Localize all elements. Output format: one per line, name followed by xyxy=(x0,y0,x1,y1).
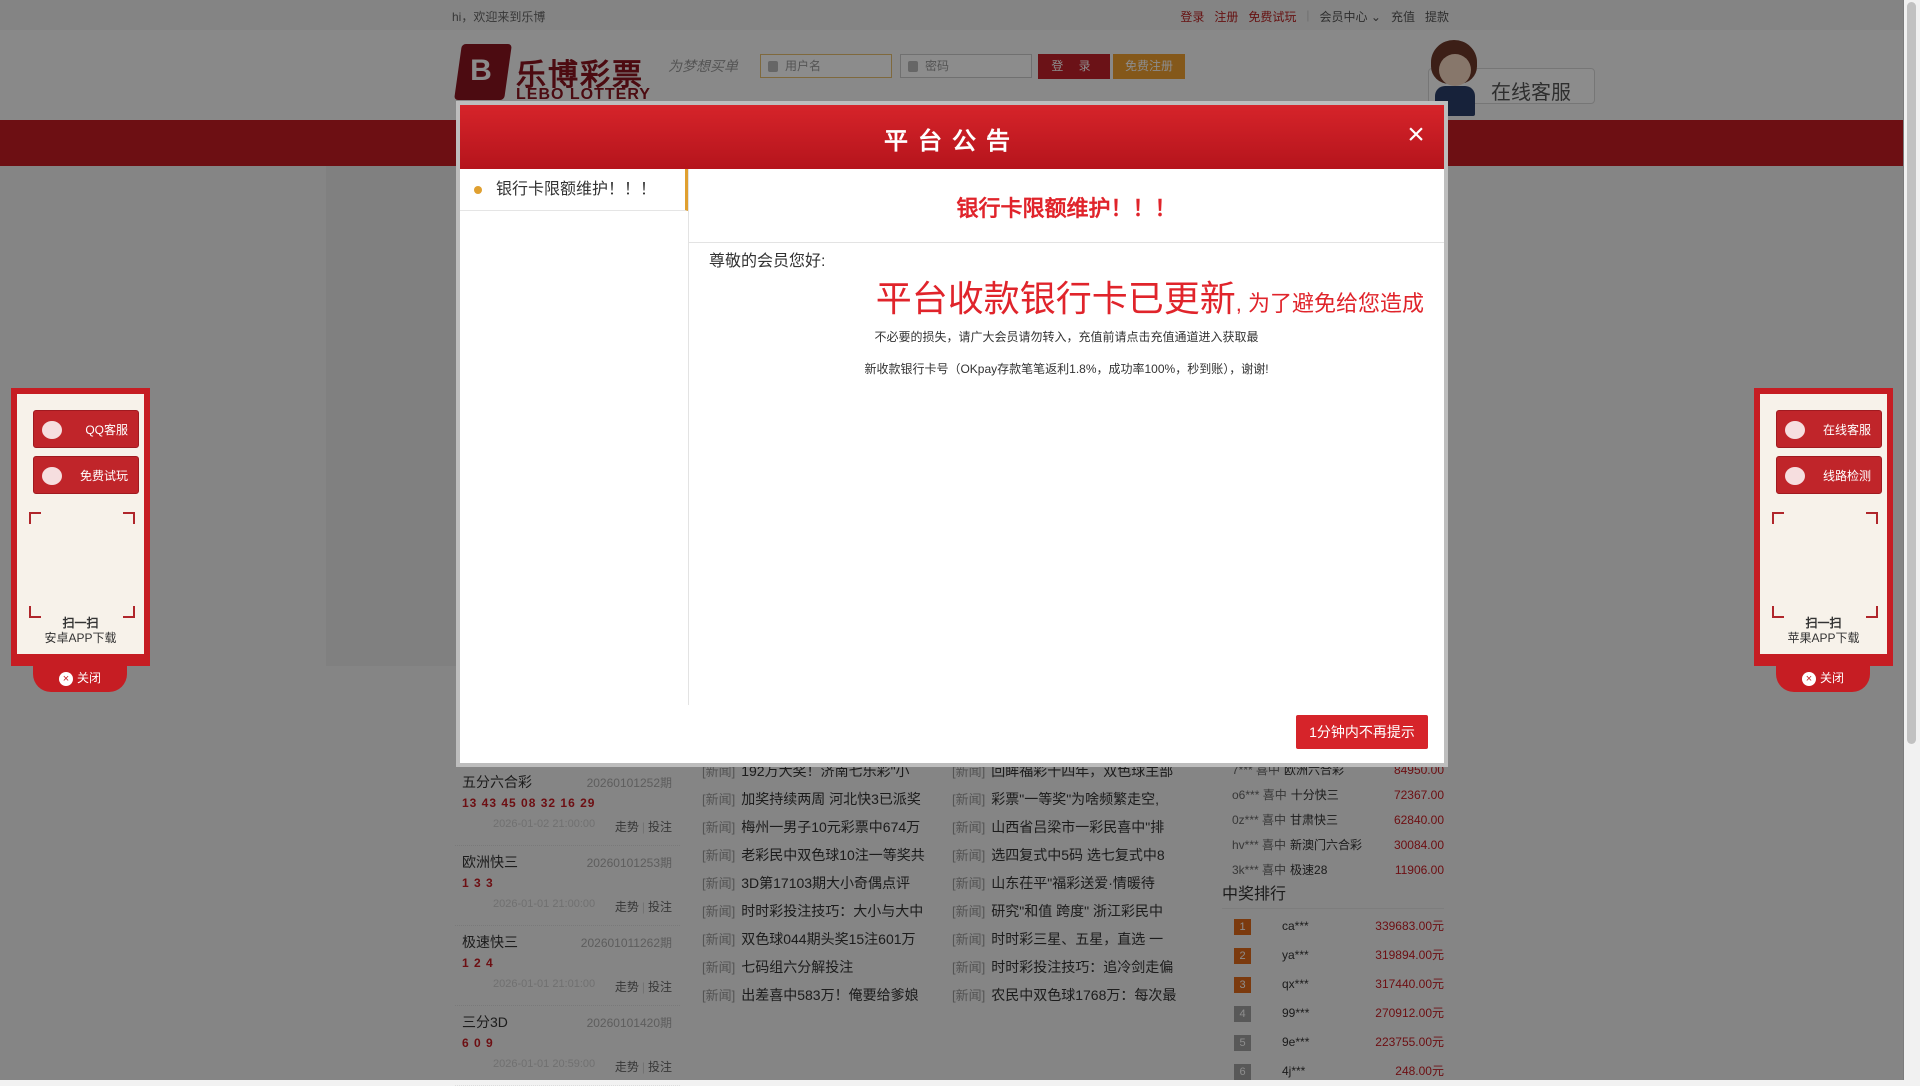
qq-service-button[interactable]: QQ客服 xyxy=(33,410,139,448)
wechat-icon xyxy=(42,467,62,485)
qq-icon xyxy=(42,421,62,439)
notice-paragraph-2: 不必要的损失，请广大会员请勿转入，充值前请点击充值通道进入获取最 新收款银行卡号… xyxy=(709,321,1424,385)
ios-qr-code xyxy=(1770,510,1880,620)
chat-icon xyxy=(1785,421,1805,439)
line-check-button[interactable]: 线路检测 xyxy=(1776,456,1882,494)
notice-list-item[interactable]: 银行卡限额维护！！！ xyxy=(460,169,688,211)
notice-warning: 不必要的损失，请广大会员请勿转入， xyxy=(874,330,1079,344)
scan-subtitle: 苹果APP下载 xyxy=(1787,631,1860,645)
notice-body: 尊敬的会员您好: 平台收款银行卡已更新, 为了避免给您造成 不必要的损失，请广大… xyxy=(709,247,1424,385)
scrollbar-thumb[interactable] xyxy=(1907,2,1916,744)
close-label: 关闭 xyxy=(1819,671,1844,685)
online-service-label: 在线客服 xyxy=(1822,423,1871,437)
close-label: 关闭 xyxy=(76,671,101,685)
right-panel-close[interactable]: × 关闭 xyxy=(1776,666,1870,692)
modal-title: 平台公告 xyxy=(884,128,1020,155)
free-trial-label: 免费试玩 xyxy=(79,469,128,483)
scan-title: 扫一扫 xyxy=(62,616,99,630)
notice-title: 银行卡限额维护！！！ xyxy=(956,196,1177,221)
notice-list-label: 银行卡限额维护！！！ xyxy=(496,181,657,198)
page-scrollbar[interactable] xyxy=(1903,0,1920,1080)
android-qr-code xyxy=(27,510,137,620)
modal-header: 平台公告 × xyxy=(460,105,1444,169)
notice-list: 银行卡限额维护！！！ xyxy=(460,169,689,705)
notice-highlight: 平台收款银行卡已更新 xyxy=(875,278,1236,319)
free-trial-button[interactable]: 免费试玩 xyxy=(33,456,139,494)
close-icon: × xyxy=(1801,671,1816,686)
left-panel-close[interactable]: × 关闭 xyxy=(33,666,127,692)
close-icon[interactable]: × xyxy=(1402,120,1430,150)
notice-paragraph: 平台收款银行卡已更新, 为了避免给您造成 xyxy=(709,279,1424,327)
notice-divider xyxy=(689,242,1444,243)
online-service-button[interactable]: 在线客服 xyxy=(1776,410,1882,448)
notice-content: 银行卡限额维护！！！ 尊敬的会员您好: 平台收款银行卡已更新, 为了避免给您造成… xyxy=(689,169,1444,705)
notice-text: , 为了避免给您造成 xyxy=(1235,291,1424,316)
line-check-label: 线路检测 xyxy=(1822,469,1871,483)
announcement-modal: 平台公告 × 银行卡限额维护！！！ 银行卡限额维护！！！ 尊敬的会员您好: 平台… xyxy=(456,101,1448,767)
notice-text: 新收款银行卡号 xyxy=(864,362,949,376)
left-float-panel: QQ客服 免费试玩 扫一扫 安卓APP下载 xyxy=(11,388,150,666)
qq-service-label: QQ客服 xyxy=(85,423,128,437)
link-icon xyxy=(1785,467,1805,485)
notice-footnote: （OKpay存款笔笔返利1.8%，成功率100%，秒到账），谢谢! xyxy=(948,362,1269,376)
scan-title: 扫一扫 xyxy=(1805,616,1842,630)
close-icon: × xyxy=(58,671,73,686)
notice-text: 充值前请点击充值通道进入获取最 xyxy=(1078,330,1259,344)
mute-one-minute-button[interactable]: 1分钟内不再提示 xyxy=(1296,715,1428,749)
bullet-icon xyxy=(474,186,482,194)
notice-greeting: 尊敬的会员您好: xyxy=(709,253,826,270)
right-float-panel: 在线客服 线路检测 扫一扫 苹果APP下载 xyxy=(1754,388,1893,666)
scan-subtitle: 安卓APP下载 xyxy=(44,631,117,645)
